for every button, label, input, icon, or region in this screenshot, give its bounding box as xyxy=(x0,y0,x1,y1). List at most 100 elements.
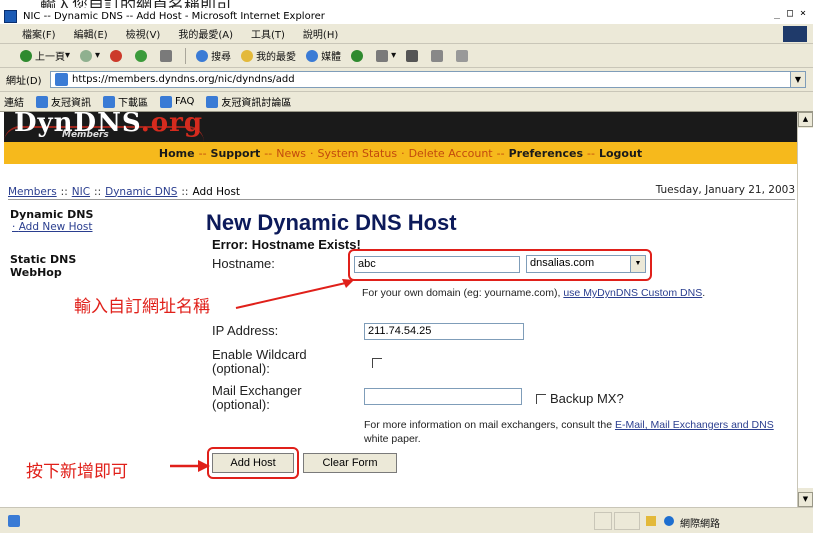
menu-help[interactable]: 說明(H) xyxy=(303,26,338,41)
link-item-1[interactable]: 下載區 xyxy=(103,94,148,109)
link-page-icon xyxy=(103,95,115,108)
security-zone-label: 網際網路 xyxy=(680,519,720,530)
ip-input[interactable]: 211.74.54.25 xyxy=(364,323,524,340)
ie-app-icon xyxy=(4,9,17,23)
menu-view[interactable]: 檢視(V) xyxy=(126,26,161,41)
page-content: DynDNS.org Members Home -- Support -- Ne… xyxy=(4,112,797,507)
search-button[interactable]: 搜尋 xyxy=(196,48,231,63)
forward-button[interactable]: ▾ xyxy=(80,49,100,62)
breadcrumb-current: Add Host xyxy=(192,185,241,198)
breadcrumb: Members:: NIC:: Dynamic DNS:: Add Host T… xyxy=(8,184,795,200)
nav-news[interactable]: News xyxy=(276,147,306,160)
annotation-arrow-icon xyxy=(235,279,354,309)
discuss-button[interactable] xyxy=(456,49,471,62)
status-pane xyxy=(594,512,612,530)
history-button[interactable] xyxy=(351,49,366,62)
menu-bar: 檔案(F) 編輯(E) 檢視(V) 我的最愛(A) 工具(T) 說明(H) xyxy=(0,24,813,44)
site-nav: Home -- Support -- News · System Status … xyxy=(4,142,797,164)
nav-system-status[interactable]: System Status xyxy=(317,147,397,160)
window-titlebar: NIC -- Dynamic DNS -- Add Host - Microso… xyxy=(0,8,813,24)
sidebar-item-static-dns[interactable]: Static DNS xyxy=(10,253,160,266)
print-button[interactable] xyxy=(406,49,421,62)
lock-icon xyxy=(646,516,656,526)
hostname-help: For your own domain (eg: yourname.com), … xyxy=(362,287,706,299)
link-page-icon xyxy=(36,95,48,108)
refresh-button[interactable] xyxy=(135,49,150,62)
menu-favorites[interactable]: 我的最愛(A) xyxy=(178,26,233,41)
address-dropdown-icon[interactable]: ▼ xyxy=(790,72,805,87)
menu-file[interactable]: 檔案(F) xyxy=(22,26,56,41)
standard-toolbar: 上一頁 ▾ ▾ 搜尋 我的最愛 媒體 ▾ xyxy=(0,44,813,68)
window-controls: _ □ × xyxy=(771,8,809,21)
add-host-annotation: 按下新增即可 xyxy=(26,462,128,482)
mx-whitepaper-link[interactable]: E-Mail, Mail Exchangers and DNS xyxy=(615,419,774,431)
media-icon xyxy=(306,49,319,62)
search-icon xyxy=(196,49,209,62)
nav-home[interactable]: Home xyxy=(159,147,195,160)
error-message: Error: Hostname Exists! xyxy=(212,237,361,252)
link-item-3[interactable]: 友冠資訊討論區 xyxy=(206,94,291,109)
nav-logout[interactable]: Logout xyxy=(599,147,642,160)
address-input[interactable]: https://members.dyndns.org/nic/dyndns/ad… xyxy=(50,71,806,88)
mail-icon xyxy=(376,49,389,62)
sidebar-item-add-new-host[interactable]: · Add New Host xyxy=(12,221,160,233)
ip-label: IP Address: xyxy=(212,323,279,338)
menu-tools[interactable]: 工具(T) xyxy=(251,26,285,41)
sidebar: Dynamic DNS · Add New Host Static DNS We… xyxy=(10,208,160,279)
logo-members-text: Members xyxy=(62,130,109,140)
link-item-0[interactable]: 友冠資訊 xyxy=(36,94,91,109)
mx-help: For more information on mail exchangers,… xyxy=(364,419,774,445)
minimize-button[interactable]: _ xyxy=(771,8,783,21)
address-label: 網址(D) xyxy=(6,76,42,87)
hostname-annotation: 輸入自訂網址名稱 xyxy=(74,297,210,317)
menu-edit[interactable]: 編輯(E) xyxy=(74,26,108,41)
backup-mx-checkbox[interactable] xyxy=(536,394,546,404)
custom-dns-link[interactable]: use MyDynDNS Custom DNS xyxy=(563,287,702,299)
status-pane xyxy=(614,512,640,530)
close-button[interactable]: × xyxy=(797,8,809,21)
sidebar-heading-dynamic-dns[interactable]: Dynamic DNS xyxy=(10,208,160,221)
clear-form-button[interactable]: Clear Form xyxy=(303,453,397,473)
home-button[interactable] xyxy=(160,49,175,62)
link-page-icon xyxy=(160,95,172,108)
edit-icon xyxy=(431,49,444,62)
nav-preferences[interactable]: Preferences xyxy=(509,147,583,160)
nav-delete-account[interactable]: Delete Account xyxy=(409,147,493,160)
toolbar-separator xyxy=(185,47,187,64)
breadcrumb-dynamic-dns[interactable]: Dynamic DNS xyxy=(105,186,177,198)
favorites-button[interactable]: 我的最愛 xyxy=(241,48,296,63)
history-icon xyxy=(351,49,364,62)
forward-arrow-icon xyxy=(80,49,93,62)
stop-button[interactable] xyxy=(110,49,125,62)
maximize-button[interactable]: □ xyxy=(784,8,796,21)
scroll-up-icon[interactable]: ▲ xyxy=(798,112,813,127)
stop-icon xyxy=(110,49,123,62)
address-bar: 網址(D) https://members.dyndns.org/nic/dyn… xyxy=(0,68,813,92)
page-status-icon xyxy=(8,515,20,527)
hostname-highlight xyxy=(348,249,652,281)
vertical-scrollbar[interactable]: ▲ ▼ xyxy=(797,112,813,507)
breadcrumb-members[interactable]: Members xyxy=(8,186,57,198)
backup-mx-label: Backup MX? xyxy=(550,391,624,406)
wildcard-label: Enable Wildcard (optional): xyxy=(212,347,307,376)
site-banner: DynDNS.org Members xyxy=(4,112,797,142)
edit-button[interactable] xyxy=(431,49,446,62)
hostname-label: Hostname: xyxy=(212,256,275,271)
sidebar-item-webhop[interactable]: WebHop xyxy=(10,266,160,279)
wildcard-checkbox[interactable] xyxy=(372,358,382,368)
refresh-icon xyxy=(135,49,148,62)
link-page-icon xyxy=(206,95,219,108)
add-host-highlight xyxy=(207,447,299,479)
nav-support[interactable]: Support xyxy=(211,147,261,160)
mail-button[interactable]: ▾ xyxy=(376,49,396,62)
scroll-thumb[interactable] xyxy=(798,128,813,488)
media-button[interactable]: 媒體 xyxy=(306,48,341,63)
scroll-down-icon[interactable]: ▼ xyxy=(798,492,813,507)
print-icon xyxy=(406,49,419,62)
breadcrumb-nic[interactable]: NIC xyxy=(72,186,90,198)
status-bar: 網際網路 xyxy=(0,507,813,533)
back-button[interactable]: 上一頁 ▾ xyxy=(20,48,70,63)
links-bar: 連結 友冠資訊 下載區 FAQ 友冠資訊討論區 xyxy=(0,92,813,112)
link-item-2[interactable]: FAQ xyxy=(160,95,194,108)
mx-input[interactable] xyxy=(364,388,522,405)
